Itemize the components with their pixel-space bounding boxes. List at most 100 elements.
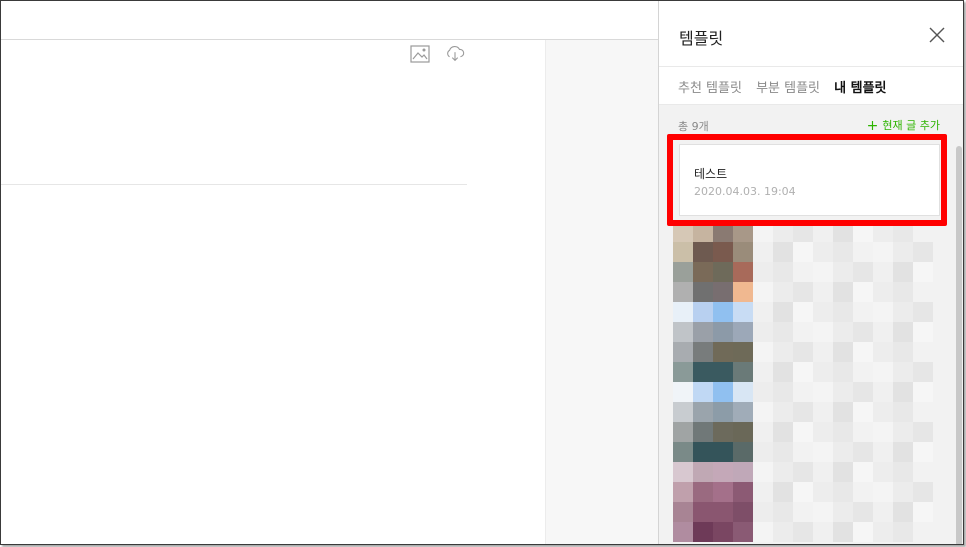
- blurred-pixel: [713, 462, 733, 482]
- blurred-pixel: [693, 502, 713, 522]
- blurred-pixel: [873, 402, 893, 422]
- blurred-pixel: [793, 242, 813, 262]
- blurred-pixel: [913, 362, 933, 382]
- blurred-pixel: [793, 442, 813, 462]
- image-icon[interactable]: [410, 45, 430, 63]
- cloud-download-icon[interactable]: [445, 45, 467, 63]
- template-date: 2020.04.03. 19:04: [694, 185, 796, 198]
- blurred-pixel: [793, 522, 813, 542]
- template-card[interactable]: 테스트 2020.04.03. 19:04: [679, 144, 940, 216]
- blurred-pixel: [853, 222, 873, 242]
- blurred-pixel: [753, 282, 773, 302]
- blurred-pixel: [753, 322, 773, 342]
- blurred-pixel: [713, 422, 733, 442]
- blurred-pixel: [873, 262, 893, 282]
- blurred-pixel: [673, 442, 693, 462]
- blurred-pixel: [873, 222, 893, 242]
- blurred-pixel: [693, 362, 713, 382]
- blurred-pixel: [873, 502, 893, 522]
- blurred-pixel: [753, 462, 773, 482]
- blurred-pixel: [893, 482, 913, 502]
- blurred-pixel: [673, 262, 693, 282]
- tab-partial[interactable]: 부분 템플릿: [756, 77, 820, 96]
- blurred-pixel: [913, 482, 933, 502]
- blurred-pixel: [893, 402, 913, 422]
- blurred-pixel: [773, 302, 793, 322]
- tab-recommended[interactable]: 추천 템플릿: [678, 77, 742, 96]
- blurred-pixel: [893, 342, 913, 362]
- blurred-pixel: [813, 242, 833, 262]
- blurred-pixel: [813, 522, 833, 542]
- blurred-pixel: [753, 302, 773, 322]
- blurred-pixel: [813, 422, 833, 442]
- blurred-pixel: [753, 362, 773, 382]
- blurred-pixel: [793, 302, 813, 322]
- add-current-post-label: 현재 글 추가: [882, 119, 940, 132]
- blurred-pixel: [733, 362, 753, 382]
- blurred-pixel: [713, 382, 733, 402]
- blurred-pixel: [813, 302, 833, 322]
- blurred-pixel: [913, 342, 933, 362]
- blurred-pixel: [673, 222, 693, 242]
- blurred-pixel: [853, 342, 873, 362]
- blurred-pixel: [693, 262, 713, 282]
- blurred-pixel: [693, 322, 713, 342]
- plus-icon: +: [866, 118, 879, 134]
- blurred-pixel: [853, 322, 873, 342]
- blurred-pixel: [873, 482, 893, 502]
- blurred-pixel: [793, 482, 813, 502]
- blurred-pixel: [673, 462, 693, 482]
- blurred-pixel: [813, 342, 833, 362]
- blurred-pixel: [813, 262, 833, 282]
- blurred-pixel: [853, 482, 873, 502]
- blurred-pixel: [833, 442, 853, 462]
- blurred-pixel: [673, 322, 693, 342]
- scrollbar-thumb[interactable]: [956, 146, 962, 544]
- blurred-pixel: [713, 522, 733, 542]
- template-tabs: 추천 템플릿 부분 템플릿 내 템플릿: [678, 77, 897, 96]
- blurred-pixel: [873, 342, 893, 362]
- blurred-pixel: [693, 302, 713, 322]
- blurred-pixel: [853, 422, 873, 442]
- blurred-pixel: [753, 522, 773, 542]
- blurred-pixel: [713, 262, 733, 282]
- blurred-pixel: [793, 222, 813, 242]
- blurred-pixel: [753, 382, 773, 402]
- editor-area[interactable]: [1, 1, 546, 544]
- blurred-pixel: [773, 522, 793, 542]
- blurred-pixel: [873, 442, 893, 462]
- blurred-pixel: [753, 422, 773, 442]
- blurred-pixel: [833, 502, 853, 522]
- blurred-pixel: [693, 522, 713, 542]
- blurred-pixel: [913, 322, 933, 342]
- blurred-pixel: [693, 242, 713, 262]
- blurred-pixel: [793, 462, 813, 482]
- blurred-pixel: [893, 362, 913, 382]
- blurred-pixel: [693, 342, 713, 362]
- blurred-pixel: [853, 442, 873, 462]
- blurred-pixel: [733, 382, 753, 402]
- blurred-pixel: [833, 342, 853, 362]
- blurred-pixel: [853, 262, 873, 282]
- blurred-pixel: [893, 262, 913, 282]
- blurred-pixel: [733, 262, 753, 282]
- blurred-pixel: [673, 502, 693, 522]
- blurred-pixel: [713, 222, 733, 242]
- blurred-pixel: [813, 462, 833, 482]
- add-current-post-button[interactable]: + 현재 글 추가: [867, 117, 940, 134]
- blurred-pixel: [873, 242, 893, 262]
- blurred-pixel: [673, 402, 693, 422]
- blurred-pixel: [913, 262, 933, 282]
- blurred-pixel: [793, 422, 813, 442]
- blurred-pixel: [853, 462, 873, 482]
- blurred-pixel: [853, 402, 873, 422]
- tab-my-templates[interactable]: 내 템플릿: [834, 77, 886, 96]
- blurred-pixel: [733, 222, 753, 242]
- blurred-pixel: [833, 362, 853, 382]
- blurred-pixel: [673, 382, 693, 402]
- blurred-pixel: [833, 222, 853, 242]
- blurred-pixel: [833, 322, 853, 342]
- close-icon[interactable]: [927, 25, 947, 45]
- blurred-pixel: [673, 482, 693, 502]
- blurred-pixel: [833, 262, 853, 282]
